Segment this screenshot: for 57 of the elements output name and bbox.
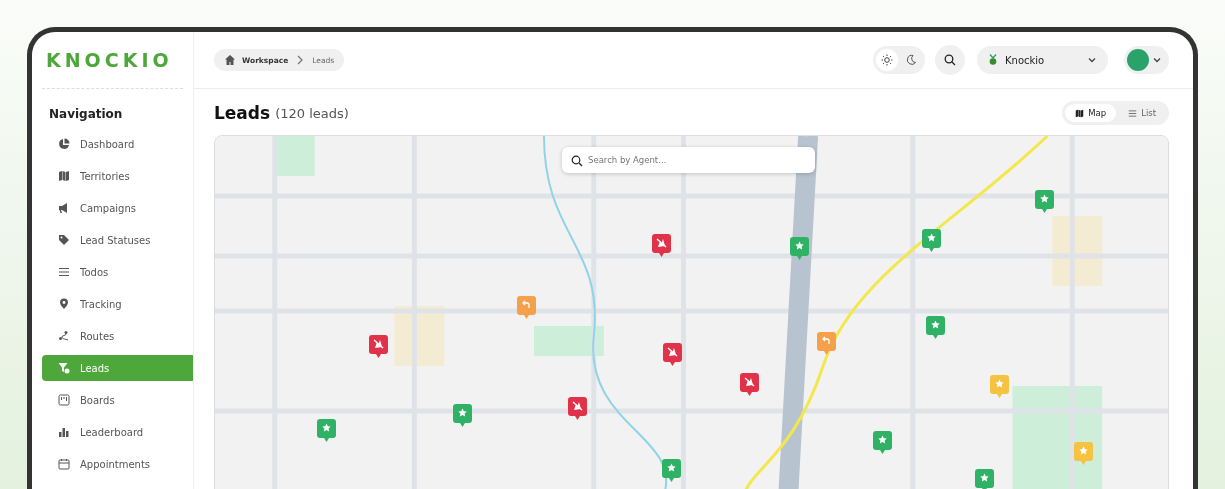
search-field[interactable]: Search by Agent... <box>562 147 815 173</box>
view-tab[interactable]: List <box>1118 104 1166 122</box>
bar-chart-icon <box>58 426 70 438</box>
page-title: Leads <box>214 103 271 123</box>
sun-icon <box>881 54 893 66</box>
map-pin[interactable] <box>369 335 388 358</box>
list-icon <box>58 266 70 278</box>
map-icon <box>1075 108 1085 118</box>
calendar-icon <box>58 458 70 470</box>
nav-heading: Navigation <box>48 106 124 123</box>
nav-item[interactable]: Leaderboard <box>42 419 193 445</box>
map-pin[interactable] <box>663 343 682 366</box>
home-icon <box>224 54 236 66</box>
map-pin[interactable] <box>926 316 945 339</box>
nav-item[interactable]: Campaigns <box>42 195 193 221</box>
light-mode-button[interactable] <box>876 49 898 71</box>
pie-chart-icon <box>58 138 70 150</box>
map-pin[interactable] <box>975 469 994 489</box>
megaphone-icon <box>58 202 70 214</box>
filter-icon <box>58 362 70 374</box>
map-pin[interactable] <box>1035 190 1054 213</box>
moon-icon <box>905 54 917 66</box>
location-pin-icon <box>58 298 70 310</box>
map-pin[interactable] <box>873 431 892 454</box>
board-icon <box>58 394 70 406</box>
nav-item[interactable]: Tracking <box>42 291 193 317</box>
map-pin[interactable] <box>922 229 941 252</box>
map-pin[interactable] <box>568 397 587 420</box>
map-pin[interactable] <box>652 234 671 257</box>
nav-item[interactable]: Territories <box>42 163 193 189</box>
map-pin[interactable] <box>817 332 836 355</box>
logo-icon <box>987 54 999 66</box>
map-pin[interactable] <box>662 459 681 482</box>
nav-item[interactable]: Todos <box>42 259 193 285</box>
search-icon <box>944 54 956 66</box>
map-pin[interactable] <box>790 237 809 260</box>
tag-icon <box>58 234 70 246</box>
account-menu[interactable] <box>1124 46 1169 74</box>
nav-item[interactable]: Appointments <box>42 451 193 477</box>
logo: KNOCKIO <box>45 49 173 71</box>
map-pin[interactable] <box>453 404 472 427</box>
map-icon <box>58 170 70 182</box>
map-pin[interactable] <box>740 373 759 396</box>
avatar <box>1127 49 1149 71</box>
nav-item[interactable]: Routes <box>42 323 193 349</box>
list-icon <box>1128 108 1138 118</box>
nav-item[interactable]: Lead Statuses <box>42 227 193 253</box>
view-tab[interactable]: Map <box>1065 104 1117 122</box>
organization-select[interactable]: Knockio <box>977 46 1108 74</box>
lead-count: (120 leads) <box>275 105 349 121</box>
map-pin[interactable] <box>317 419 336 442</box>
nav-item[interactable]: Dashboard <box>42 131 193 157</box>
search-icon <box>571 155 583 167</box>
nav-item[interactable]: Boards <box>42 387 193 413</box>
map-pin[interactable] <box>517 296 536 319</box>
search-button[interactable] <box>935 45 965 75</box>
route-icon <box>58 330 70 342</box>
